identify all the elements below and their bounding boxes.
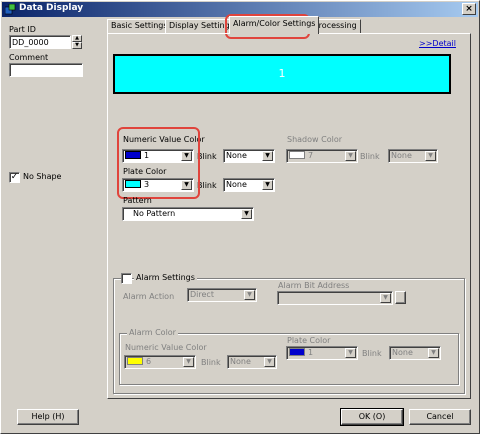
alarm-action-select[interactable]: Direct ▼ [187,288,257,302]
color-swatch [125,150,141,159]
numeric-value-color-value: 1 [144,151,150,160]
detail-link[interactable]: >>Detail [419,39,456,48]
help-button[interactable]: Help (H) [17,409,79,425]
blink-label: Blink [362,349,382,358]
chevron-down-icon[interactable]: ▼ [380,293,391,303]
chevron-down-icon[interactable]: ▼ [264,357,275,367]
alarm-plate-label: Plate Color [287,336,331,345]
shadow-blink-value: None [391,151,412,160]
comment-label: Comment [9,53,49,62]
no-shape-checkbox[interactable]: ✓ [9,172,20,183]
chevron-down-icon[interactable]: ▼ [262,180,273,190]
chevron-down-icon[interactable]: ▼ [241,209,252,219]
close-icon[interactable]: × [462,3,476,15]
cancel-button[interactable]: Cancel [409,409,471,425]
alarm-numeric-value: 6 [146,357,152,366]
color-swatch [289,150,305,159]
alarm-numeric-blink-value: None [230,357,251,366]
app-icon [5,4,16,15]
alarm-action-value: Direct [190,290,214,299]
tab-display-settings[interactable]: Display Settings [165,19,238,34]
tab-basic-settings[interactable]: Basic Settings [107,19,172,34]
shadow-color-select[interactable]: 7 ▼ [286,149,358,163]
chevron-down-icon[interactable]: ▼ [183,357,194,367]
blink-label: Blink [197,152,217,161]
shadow-color-value: 7 [308,151,314,160]
chevron-down-icon[interactable]: ▼ [262,151,273,161]
alarm-plate-value: 1 [308,348,314,357]
color-swatch [127,356,143,365]
numeric-value-color-select[interactable]: 1 ▼ [122,149,194,163]
shadow-blink-select[interactable]: None ▼ [388,149,438,163]
address-input-icon[interactable] [395,291,406,304]
chevron-down-icon[interactable]: ▼ [244,290,255,300]
alarm-numeric-label: Numeric Value Color [125,343,207,352]
numeric-value-color-label: Numeric Value Color [123,135,205,144]
alarm-bit-address-label: Alarm Bit Address [278,281,350,290]
blink-label: Blink [360,152,380,161]
shadow-color-label: Shadow Color [287,135,342,144]
alarm-bit-address-field[interactable]: ▼ [277,291,393,305]
alarm-numeric-blink-select[interactable]: None ▼ [227,355,277,369]
numeric-blink-select[interactable]: None ▼ [223,149,275,163]
numeric-blink-value: None [226,151,247,160]
alarm-numeric-color-select[interactable]: 6 ▼ [124,355,196,369]
pattern-value: No Pattern [133,209,176,218]
blink-label: Blink [201,358,221,367]
spin-up-icon[interactable]: ▲ [72,35,82,42]
chevron-down-icon[interactable]: ▼ [181,180,192,190]
part-id-label: Part ID [9,25,36,34]
chevron-down-icon[interactable]: ▼ [425,151,436,161]
alarm-plate-blink-select[interactable]: None ▼ [389,346,441,360]
ok-button[interactable]: OK (O) [340,408,404,426]
alarm-plate-blink-value: None [392,348,413,357]
plate-blink-select[interactable]: None ▼ [223,178,275,192]
plate-color-value: 3 [144,180,150,189]
chevron-down-icon[interactable]: ▼ [345,348,356,358]
tab-alarm-color-settings[interactable]: Alarm/Color Settings [229,16,320,34]
part-id-spinner[interactable]: ▲ ▼ [72,35,82,49]
plate-color-label: Plate Color [123,167,167,176]
comment-field[interactable] [9,63,83,77]
chevron-down-icon[interactable]: ▼ [345,151,356,161]
color-swatch [125,179,141,188]
alarm-settings-label: Alarm Settings [134,273,197,282]
alarm-action-label: Alarm Action [123,292,175,301]
color-swatch [289,347,305,356]
spin-down-icon[interactable]: ▼ [72,42,82,49]
no-shape-label: No Shape [23,172,62,181]
pattern-label: Pattern [123,196,152,205]
part-id-field[interactable]: DD_0000 [9,35,71,49]
alarm-color-label: Alarm Color [127,328,178,337]
alarm-settings-checkbox[interactable] [121,273,132,284]
chevron-down-icon[interactable]: ▼ [428,348,439,358]
chevron-down-icon[interactable]: ▼ [181,151,192,161]
title-bar: Data Display × [2,2,478,17]
plate-color-select[interactable]: 3 ▼ [122,178,194,192]
blink-label: Blink [197,181,217,190]
plate-blink-value: None [226,180,247,189]
pattern-select[interactable]: No Pattern ▼ [122,207,254,221]
window-title: Data Display [19,3,84,13]
preview-panel: 1 [113,54,451,94]
alarm-plate-color-select[interactable]: 1 ▼ [286,346,358,360]
data-display-dialog: Data Display × Part ID DD_0000 ▲ ▼ Comme… [0,0,480,434]
